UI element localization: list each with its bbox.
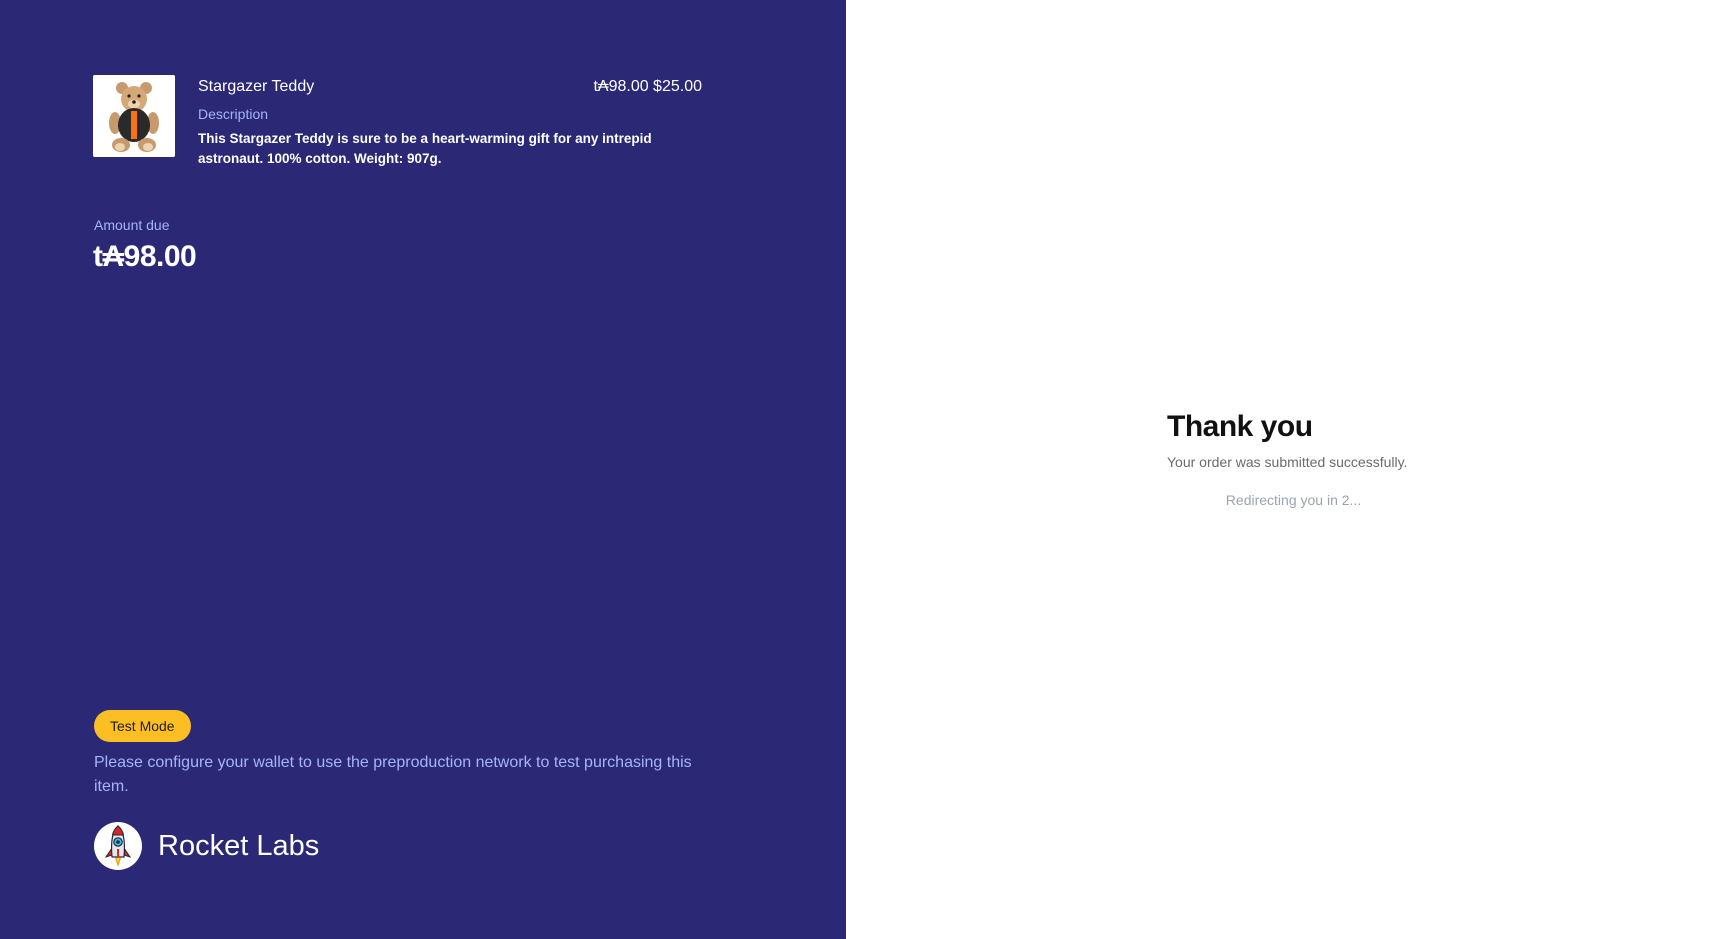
amount-due-label: Amount due [94,217,170,233]
merchant-logo [94,822,142,870]
product-price: t₳98.00 $25.00 [593,78,702,95]
redirect-countdown: Redirecting you in 2... [1225,492,1362,508]
product-thumbnail [93,75,175,157]
product-name: Stargazer Teddy [198,78,315,95]
checkout-page: Stargazer Teddy t₳98.00 $25.00 Descripti… [0,0,1724,939]
product-description: This Stargazer Teddy is sure to be a hea… [198,131,652,166]
confirmation-panel: Thank you Your order was submitted succe… [846,0,1724,939]
merchant-name: Rocket Labs [158,829,320,862]
test-mode-note: Please configure your wallet to use the … [94,754,692,795]
teddy-bear-icon [93,75,175,157]
confirmation-subtitle: Your order was submitted successfully. [1167,454,1408,470]
confirmation-title: Thank you [1167,410,1313,443]
amount-due-value: t₳98.00 [93,240,197,273]
merchant-brand: Rocket Labs [94,822,319,870]
description-label: Description [198,106,269,122]
order-summary-panel: Stargazer Teddy t₳98.00 $25.00 Descripti… [0,0,846,939]
test-mode-badge: Test Mode [94,710,191,742]
rocket-icon [104,825,132,867]
order-confirmation: Thank you Your order was submitted succe… [1167,410,1467,508]
